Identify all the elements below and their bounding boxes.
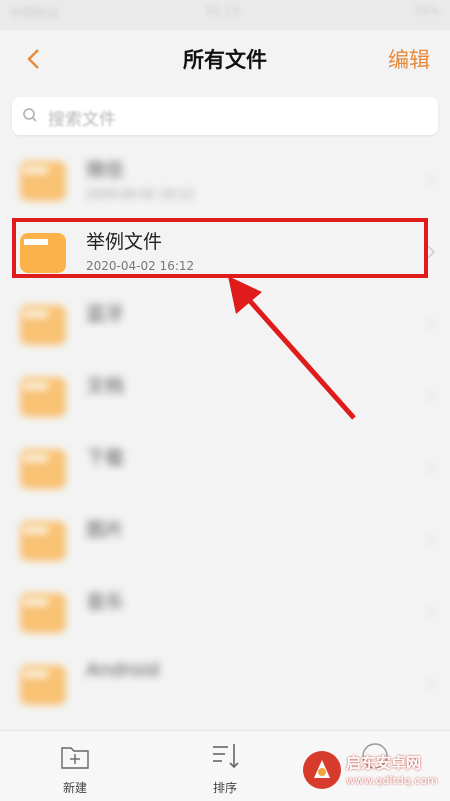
chevron-right-icon: [427, 389, 436, 403]
file-row[interactable]: 微信 2020-04-02 16:12: [0, 145, 450, 217]
new-folder-icon: [61, 747, 89, 769]
chevron-right-icon: [427, 533, 436, 547]
chevron-right-icon: [427, 173, 436, 187]
new-tab-button[interactable]: 新建: [30, 731, 120, 801]
folder-icon: [20, 377, 66, 417]
file-row[interactable]: 下载: [0, 433, 450, 505]
watermark: 启东安卓网 www.qdltdq.com: [302, 750, 442, 794]
highlight-box: [12, 218, 428, 278]
folder-icon: [20, 593, 66, 633]
file-row[interactable]: 音乐: [0, 577, 450, 649]
edit-button[interactable]: 编辑: [388, 44, 430, 74]
watermark-url: www.qdltdq.com: [346, 774, 438, 787]
chevron-right-icon: [427, 461, 436, 475]
file-date: 2020-04-02 16:12: [86, 187, 195, 201]
file-name: 蓝牙: [86, 303, 125, 325]
sort-label: 排序: [212, 781, 237, 795]
folder-icon: [20, 161, 66, 201]
page-title: 所有文件: [183, 48, 267, 72]
search-placeholder: 搜索文件: [48, 110, 116, 130]
file-name: 音乐: [86, 591, 125, 613]
watermark-logo-icon: [303, 751, 341, 789]
new-label: 新建: [62, 781, 87, 795]
chevron-right-icon: [427, 317, 436, 331]
watermark-name: 启东安卓网: [346, 754, 422, 772]
chevron-right-icon: [427, 677, 436, 691]
folder-icon: [20, 305, 66, 345]
search-icon: [23, 108, 37, 122]
file-row[interactable]: Android: [0, 649, 450, 721]
status-bar: 中国移动 16:13 74%: [0, 0, 450, 30]
file-name: 文档: [86, 375, 125, 397]
header: 所有文件 编辑: [0, 30, 450, 88]
file-row[interactable]: 文档: [0, 361, 450, 433]
battery-text: 74%: [413, 4, 440, 18]
folder-icon: [20, 665, 66, 705]
file-row[interactable]: 图片: [0, 505, 450, 577]
status-time: 16:13: [205, 4, 240, 18]
folder-icon: [20, 449, 66, 489]
search-bar[interactable]: 搜索文件: [12, 97, 438, 135]
folder-icon: [20, 521, 66, 561]
sort-tab-button[interactable]: 排序: [180, 731, 270, 801]
carrier-text: 中国移动: [10, 6, 59, 20]
file-name: Android: [86, 659, 160, 681]
chevron-right-icon: [427, 605, 436, 619]
file-name: 下载: [86, 447, 125, 469]
file-row[interactable]: 蓝牙: [0, 289, 450, 361]
sort-icon: [213, 744, 239, 769]
file-name: 图片: [86, 519, 125, 541]
file-name: 微信: [86, 159, 125, 181]
